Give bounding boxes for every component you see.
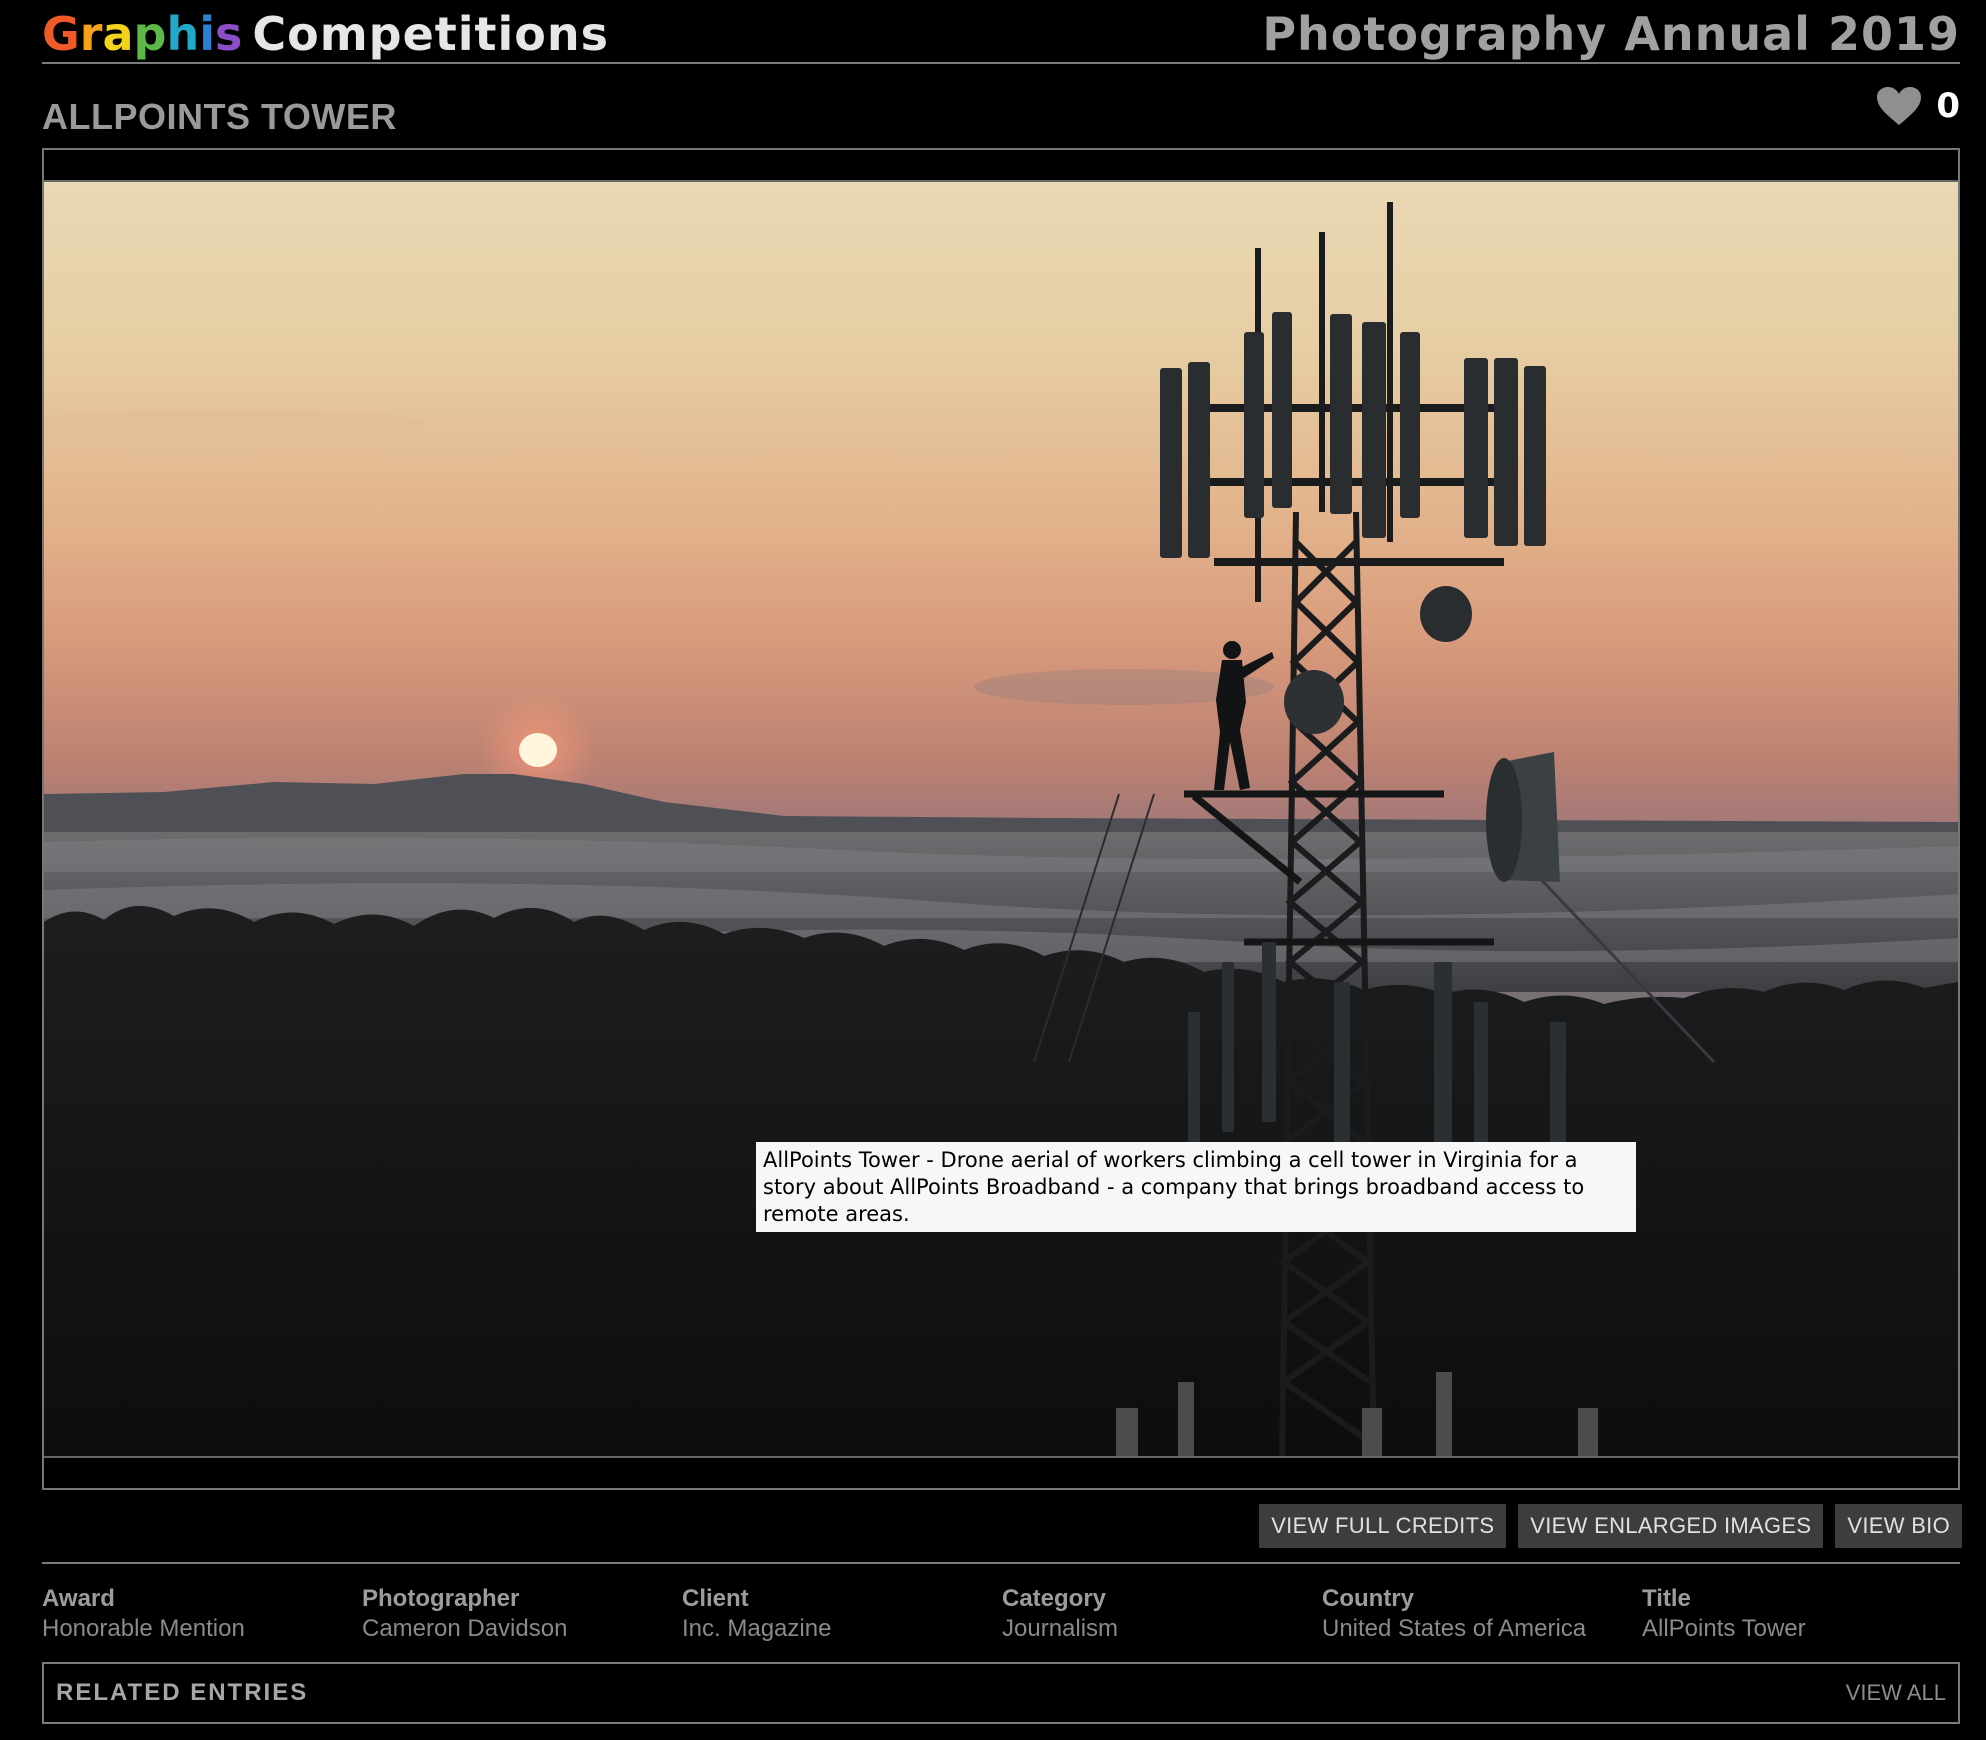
image-frame: AllPoints Tower - Drone aerial of worker… xyxy=(42,148,1960,1490)
view-enlarged-images-button[interactable]: VIEW ENLARGED IMAGES xyxy=(1518,1504,1824,1548)
heart-icon[interactable] xyxy=(1876,86,1922,126)
entry-actions: VIEW FULL CREDITS VIEW ENLARGED IMAGES V… xyxy=(1259,1504,1962,1548)
detail-value: Inc. Magazine xyxy=(682,1615,832,1642)
view-full-credits-button[interactable]: VIEW FULL CREDITS xyxy=(1259,1504,1507,1548)
view-bio-button[interactable]: VIEW BIO xyxy=(1835,1504,1962,1548)
logo-graphis-wordmark: Graphis xyxy=(42,7,243,61)
detail-category: Category Journalism xyxy=(1002,1584,1322,1644)
detail-label: Award xyxy=(42,1585,115,1612)
view-all-link[interactable]: VIEW ALL xyxy=(1846,1664,1946,1722)
detail-title: Title AllPoints Tower xyxy=(1642,1584,1962,1644)
section-divider xyxy=(42,1562,1960,1564)
detail-photographer: Photographer Cameron Davidson xyxy=(362,1584,682,1644)
detail-country: Country United States of America xyxy=(1322,1584,1642,1644)
detail-label: Photographer xyxy=(362,1585,520,1612)
image-caption: AllPoints Tower - Drone aerial of worker… xyxy=(756,1142,1636,1232)
detail-value: Honorable Mention xyxy=(42,1615,245,1642)
like-widget: 0 xyxy=(1876,82,1960,130)
detail-label: Title xyxy=(1642,1585,1691,1612)
graphis-logo[interactable]: Graphis Competitions xyxy=(42,6,609,62)
detail-award: Award Honorable Mention xyxy=(42,1584,362,1644)
detail-value: United States of America xyxy=(1322,1615,1587,1642)
detail-label: Country xyxy=(1322,1585,1414,1612)
entry-photo[interactable] xyxy=(44,180,1958,1458)
related-entries-title: RELATED ENTRIES xyxy=(56,1679,309,1706)
detail-value: AllPoints Tower xyxy=(1642,1615,1806,1642)
detail-value: Cameron Davidson xyxy=(362,1615,568,1642)
detail-client: Client Inc. Magazine xyxy=(682,1584,1002,1644)
logo-competitions-text: Competitions xyxy=(252,7,610,61)
entry-details: Award Honorable Mention Photographer Cam… xyxy=(42,1584,1960,1648)
like-count: 0 xyxy=(1936,86,1960,126)
related-entries-bar: RELATED ENTRIES VIEW ALL xyxy=(42,1662,1960,1724)
detail-value: Journalism xyxy=(1002,1615,1119,1642)
site-header: Graphis Competitions Photography Annual 2… xyxy=(42,0,1960,64)
publication-title: Photography Annual 2019 xyxy=(1262,7,1960,61)
detail-label: Category xyxy=(1002,1585,1107,1612)
detail-label: Client xyxy=(682,1585,749,1612)
entry-title: ALLPOINTS TOWER xyxy=(42,96,397,137)
